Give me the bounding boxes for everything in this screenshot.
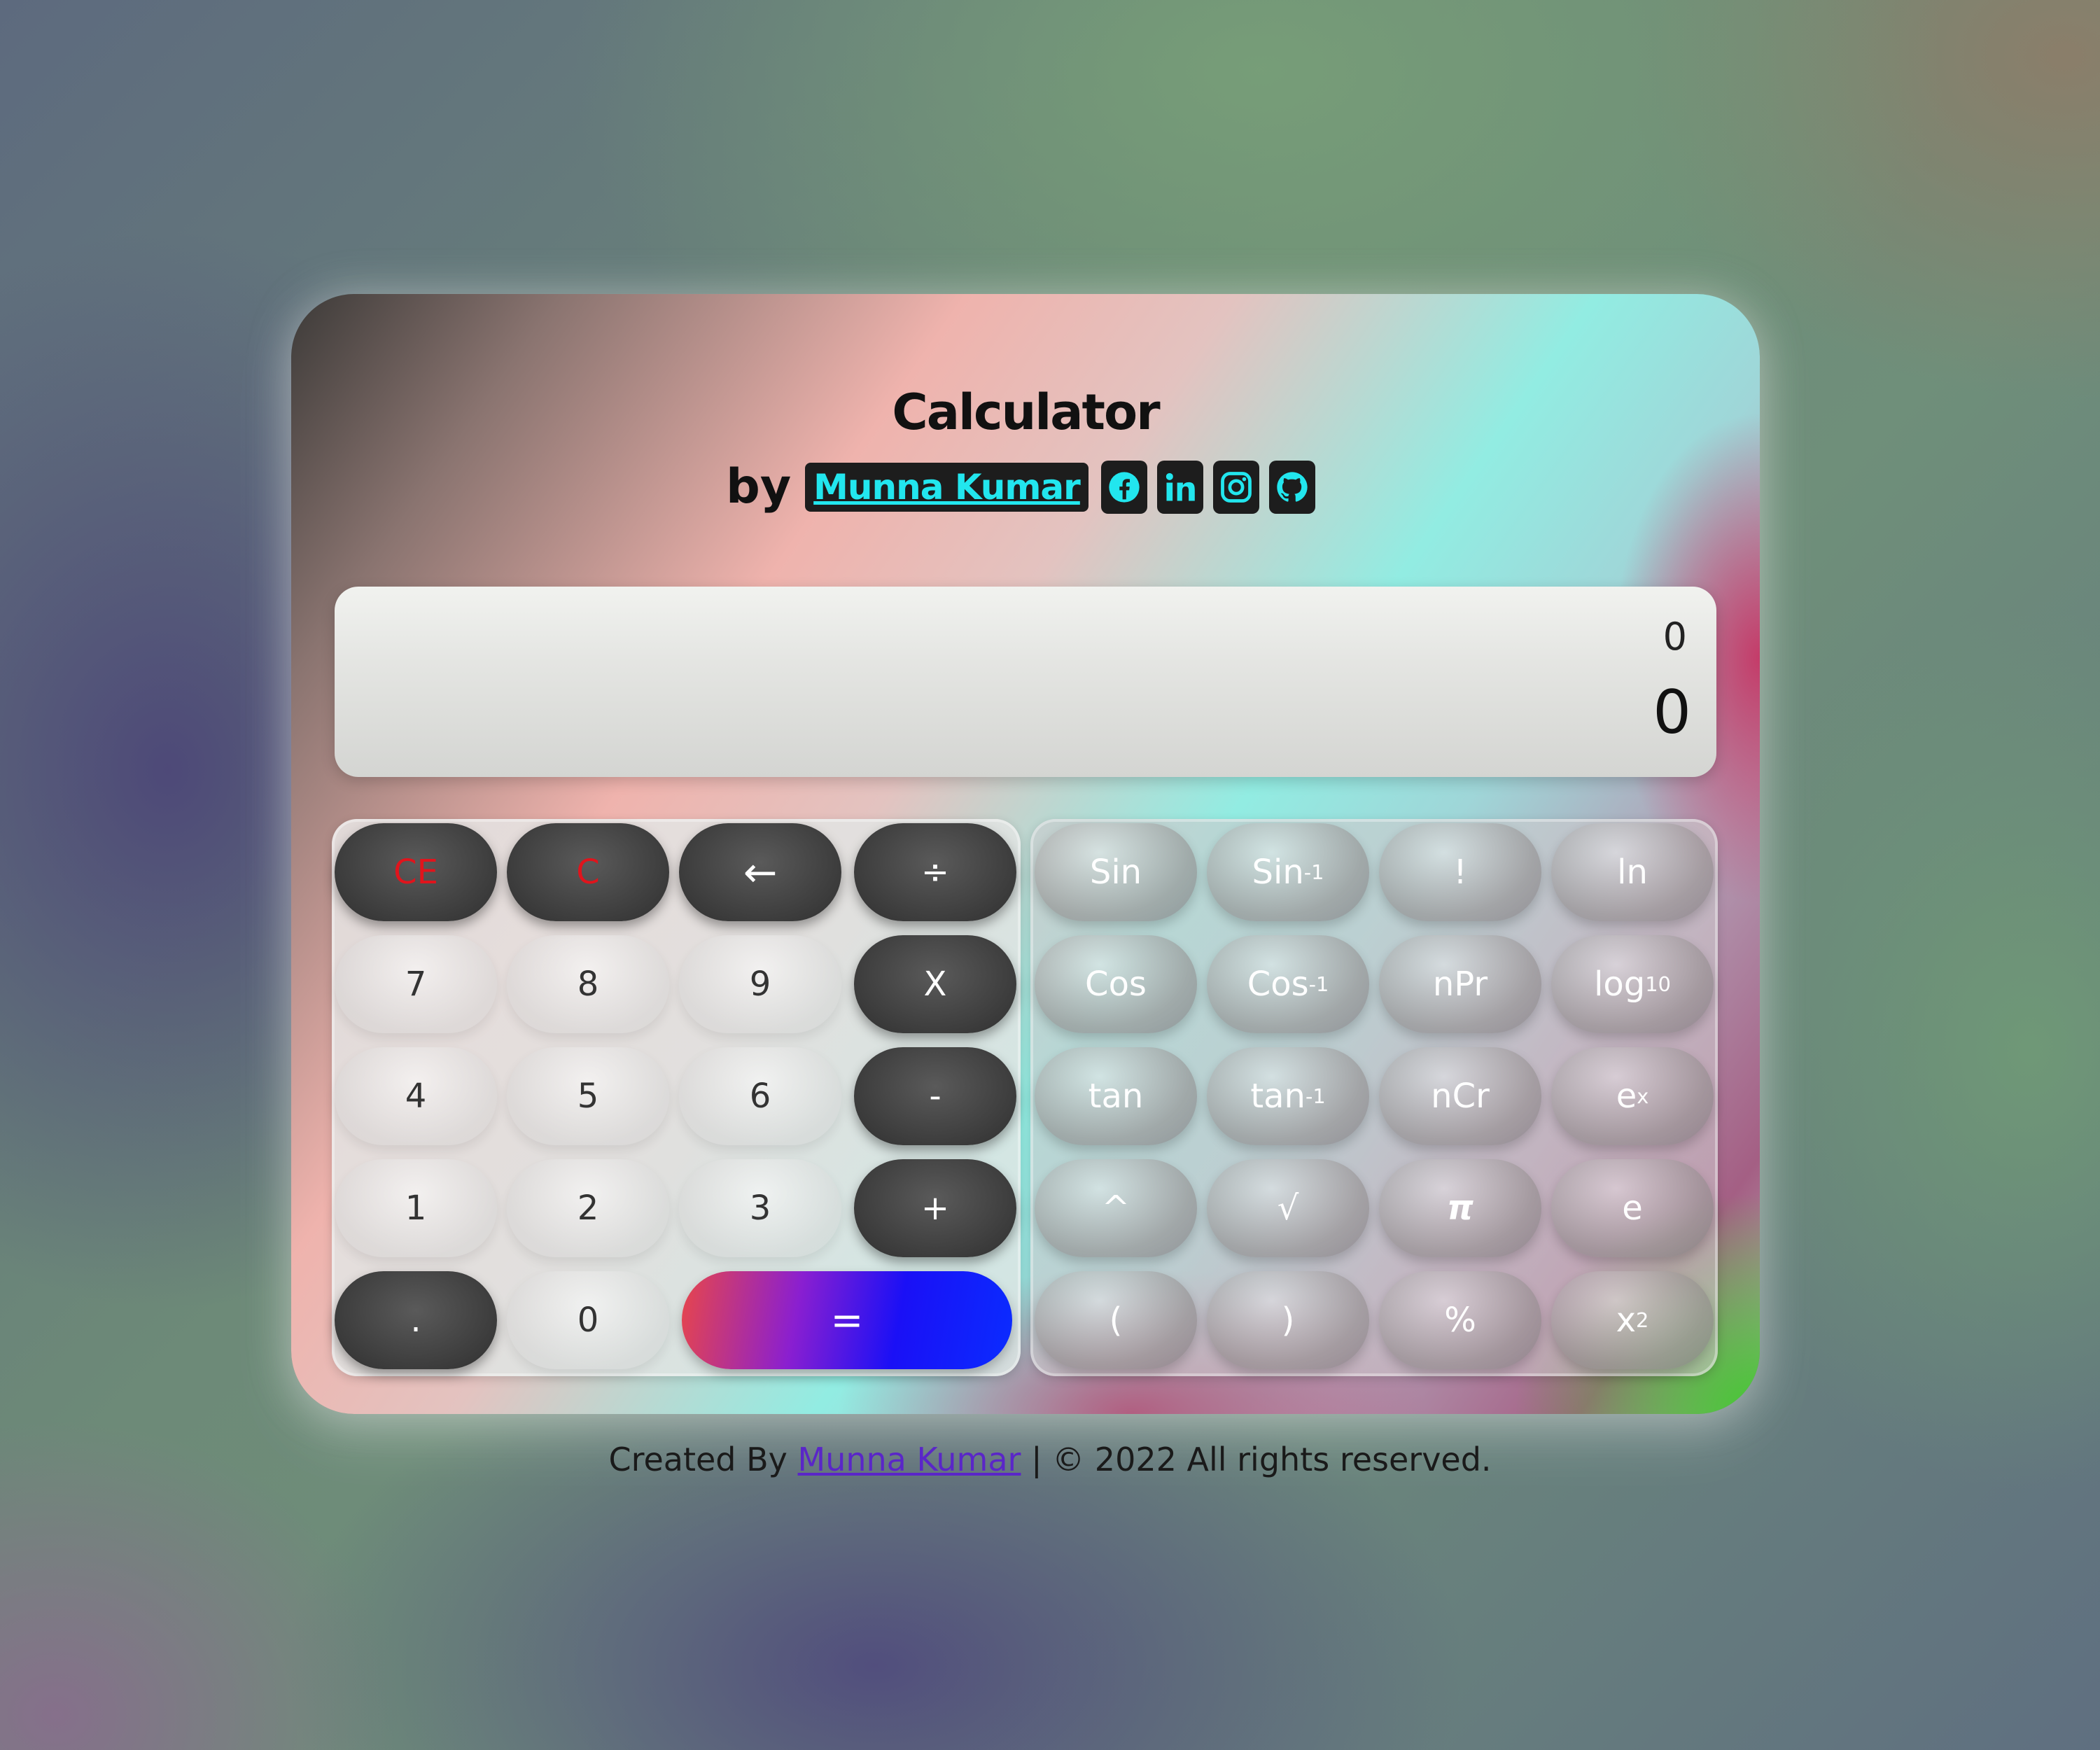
digit-4-button[interactable]: 4 xyxy=(335,1047,497,1145)
pi-button[interactable]: π xyxy=(1379,1159,1541,1257)
byline: by Munna Kumar xyxy=(291,459,1760,514)
linkedin-icon[interactable] xyxy=(1156,460,1203,514)
euler-button[interactable]: e xyxy=(1551,1159,1714,1257)
basic-keypad: CE C ← ÷ 7 8 9 X 4 5 6 - 1 2 3 + . 0 = xyxy=(332,819,1021,1376)
equals-button[interactable]: = xyxy=(682,1271,1012,1369)
factorial-button[interactable]: ! xyxy=(1379,823,1541,921)
left-paren-button[interactable]: ( xyxy=(1035,1271,1197,1369)
sqrt-button[interactable]: √ xyxy=(1207,1159,1369,1257)
digit-8-button[interactable]: 8 xyxy=(507,935,669,1033)
clear-entry-button[interactable]: CE xyxy=(335,823,497,921)
current-value: 0 xyxy=(1653,678,1691,748)
by-label: by xyxy=(726,459,792,514)
github-icon[interactable] xyxy=(1268,460,1315,514)
arcsin-label: Sin xyxy=(1252,853,1304,892)
footer: Created By Munna Kumar | © 2022 All righ… xyxy=(0,1441,2100,1478)
footer-prefix: Created By xyxy=(608,1441,788,1478)
scientific-keypad: Sin Sin -1 ! ln Cos Cos -1 nPr log 10 tan t… xyxy=(1030,819,1718,1376)
digit-1-button[interactable]: 1 xyxy=(335,1159,497,1257)
digit-7-button[interactable]: 7 xyxy=(335,935,497,1033)
instagram-icon[interactable] xyxy=(1212,460,1259,514)
digit-3-button[interactable]: 3 xyxy=(679,1159,841,1257)
digit-6-button[interactable]: 6 xyxy=(679,1047,841,1145)
square-label: x xyxy=(1616,1301,1637,1340)
exp-label: e xyxy=(1616,1077,1637,1116)
ncr-button[interactable]: nCr xyxy=(1379,1047,1541,1145)
percent-button[interactable]: % xyxy=(1379,1271,1541,1369)
digit-0-button[interactable]: 0 xyxy=(507,1271,669,1369)
square-button[interactable]: x2 xyxy=(1551,1271,1714,1369)
exp-button[interactable]: ex xyxy=(1551,1047,1714,1145)
footer-copyright: | © 2022 All rights reserved. xyxy=(1031,1441,1492,1478)
npr-button[interactable]: nPr xyxy=(1379,935,1541,1033)
author-link[interactable]: Munna Kumar xyxy=(805,462,1088,512)
page-title: Calculator xyxy=(892,384,1160,441)
clear-button[interactable]: C xyxy=(507,823,669,921)
digit-9-button[interactable]: 9 xyxy=(679,935,841,1033)
digit-2-button[interactable]: 2 xyxy=(507,1159,669,1257)
divide-button[interactable]: ÷ xyxy=(854,823,1016,921)
sin-button[interactable]: Sin xyxy=(1035,823,1197,921)
arccos-label: Cos xyxy=(1247,965,1309,1004)
calculator-display: 0 0 xyxy=(335,587,1716,777)
arcsin-button[interactable]: Sin -1 xyxy=(1207,823,1369,921)
footer-author-link[interactable]: Munna Kumar xyxy=(798,1441,1021,1478)
ln-button[interactable]: ln xyxy=(1551,823,1714,921)
right-paren-button[interactable]: ) xyxy=(1207,1271,1369,1369)
calculator-card: Calculator by Munna Kumar 0 0 CE C ← ÷ 7… xyxy=(291,294,1760,1414)
plus-button[interactable]: + xyxy=(854,1159,1016,1257)
digit-5-button[interactable]: 5 xyxy=(507,1047,669,1145)
log-label: log xyxy=(1594,965,1646,1004)
arctan-label: tan xyxy=(1250,1077,1306,1116)
arctan-button[interactable]: tan -1 xyxy=(1207,1047,1369,1145)
log10-button[interactable]: log 10 xyxy=(1551,935,1714,1033)
power-button[interactable]: ^ xyxy=(1035,1159,1197,1257)
minus-button[interactable]: - xyxy=(854,1047,1016,1145)
tan-button[interactable]: tan xyxy=(1035,1047,1197,1145)
cos-button[interactable]: Cos xyxy=(1035,935,1197,1033)
previous-expression: 0 xyxy=(1662,615,1687,659)
backspace-button[interactable]: ← xyxy=(679,823,841,921)
multiply-button[interactable]: X xyxy=(854,935,1016,1033)
decimal-button[interactable]: . xyxy=(335,1271,497,1369)
facebook-icon[interactable] xyxy=(1100,460,1147,514)
arccos-button[interactable]: Cos -1 xyxy=(1207,935,1369,1033)
